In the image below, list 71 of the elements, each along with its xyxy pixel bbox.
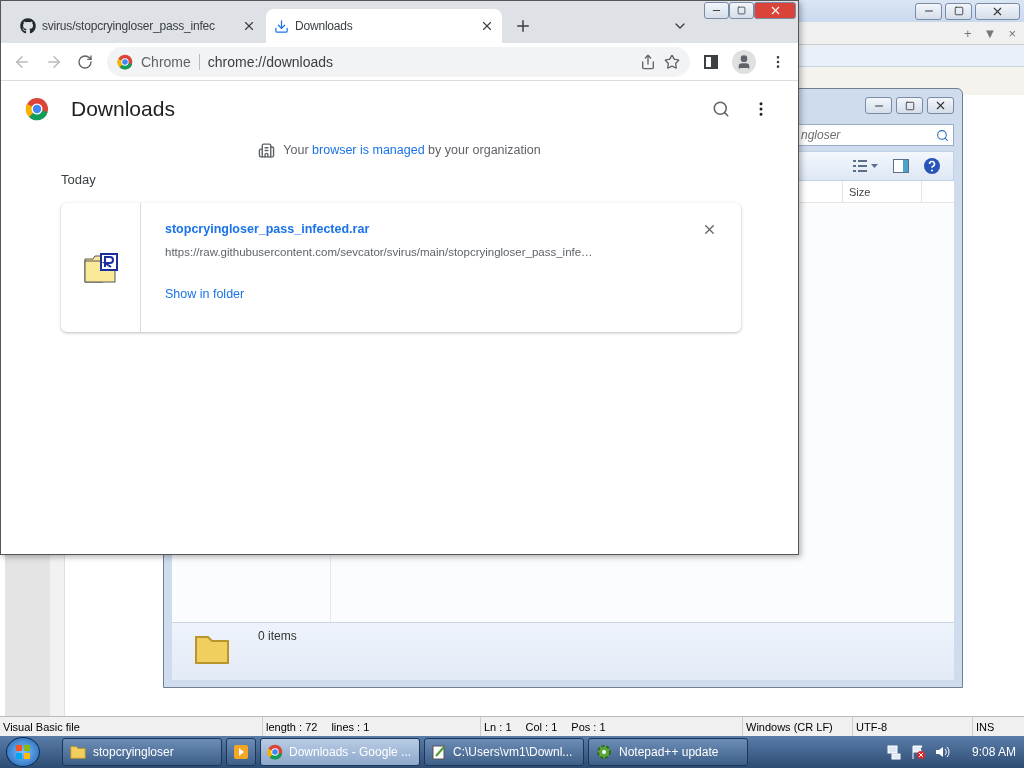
status-text: UTF-8 (856, 720, 888, 733)
minimize-button[interactable] (915, 2, 942, 20)
minimize-button[interactable] (865, 97, 892, 114)
search-icon (936, 128, 949, 142)
maximize-icon (737, 6, 746, 15)
tab-bar-button[interactable]: × (1008, 25, 1016, 41)
file-name-link[interactable]: stopcryingloser_pass_infected.rar (165, 222, 370, 237)
download-icon (274, 18, 289, 34)
chrome-logo-icon (267, 744, 283, 760)
gear-icon (595, 743, 613, 761)
minimize-button[interactable] (704, 2, 729, 19)
play-icon (233, 744, 249, 760)
maximize-button[interactable] (896, 97, 923, 114)
taskbar-button[interactable]: stopcryingloser (62, 738, 222, 766)
browser-tab[interactable]: svirus/stopcryingloser_pass_infec (12, 9, 264, 43)
share-icon[interactable] (640, 53, 656, 70)
github-icon (20, 18, 36, 34)
maximize-button[interactable] (729, 2, 754, 19)
tab-bar-button[interactable]: + (963, 25, 972, 41)
close-icon (934, 99, 947, 112)
browser-tab[interactable]: Downloads (266, 9, 502, 43)
restore-button[interactable] (945, 2, 972, 20)
status-text: lines : 1 (331, 720, 370, 733)
page-title: Downloads (71, 97, 176, 121)
bookmark-star-icon[interactable] (664, 53, 680, 70)
new-tab-icon[interactable] (514, 17, 532, 35)
address-bar[interactable]: Chrome chrome://downloads (107, 46, 690, 77)
chrome-logo-icon (117, 53, 133, 70)
remove-icon[interactable] (702, 222, 717, 237)
column-header[interactable]: Size (842, 181, 922, 202)
status-text: Ln : 1 (484, 720, 512, 733)
status-text: length : 72 (266, 720, 318, 733)
folder-icon (69, 743, 87, 761)
status-text: INS (976, 720, 995, 733)
show-in-folder-link[interactable]: Show in folder (165, 287, 245, 301)
close-tab-icon[interactable] (480, 19, 494, 33)
search-icon[interactable] (712, 100, 730, 118)
tab-bar-button[interactable]: ▼ (983, 25, 997, 41)
status-text: Windows (CR LF) (746, 720, 833, 733)
windows-logo-icon (15, 744, 31, 760)
flag-icon[interactable] (909, 744, 926, 760)
help-icon[interactable] (923, 157, 941, 175)
status-text: Col : 1 (525, 720, 558, 733)
close-tab-icon[interactable] (242, 19, 256, 33)
network-icon[interactable] (885, 744, 902, 760)
chrome-logo-icon (25, 97, 49, 121)
section-heading: Today (61, 172, 96, 187)
building-icon (258, 141, 276, 159)
managed-notice: Your browser is managed by your organization (283, 143, 541, 157)
status-text: Visual Basic file (3, 720, 80, 733)
item-count: 0 items (258, 629, 297, 645)
taskbar-button[interactable] (226, 738, 256, 766)
taskbar-button[interactable]: Notepad++ update (588, 738, 748, 766)
status-text: Pos : 1 (571, 720, 606, 733)
preview-pane-icon[interactable] (893, 159, 909, 173)
archive-file-icon (83, 252, 118, 283)
restore-icon (953, 6, 964, 16)
profile-avatar[interactable] (732, 49, 756, 74)
view-options-icon[interactable] (853, 159, 879, 173)
taskbar-button[interactable]: C:\Users\vm1\Downl... (424, 738, 584, 766)
side-panel-icon[interactable] (704, 54, 718, 69)
managed-link[interactable]: browser is managed (312, 143, 425, 157)
clock: 9:08 AM (971, 745, 1016, 759)
volume-icon[interactable] (933, 744, 950, 760)
reload-icon[interactable] (77, 53, 93, 70)
search-field[interactable]: ngloser (798, 124, 954, 146)
maximize-icon (904, 100, 915, 111)
close-button[interactable] (927, 97, 954, 114)
source-url: https://raw.githubusercontent.com/sevcator/svirus/main/stopcryingloser_pass_infe… (165, 246, 594, 258)
start-button[interactable] (6, 737, 40, 767)
notepad-icon (431, 744, 447, 760)
